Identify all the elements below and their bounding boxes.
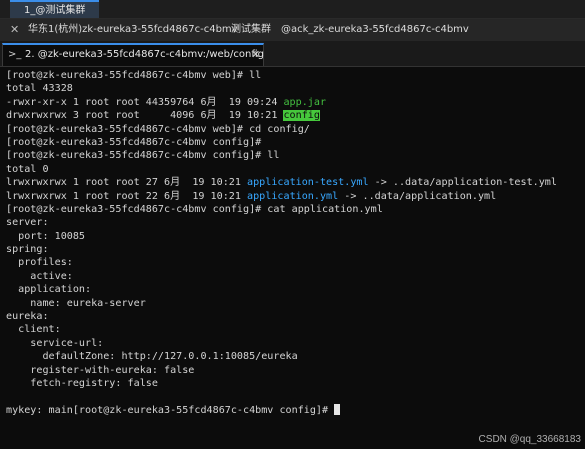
terminal-line: total 43328 xyxy=(6,83,73,95)
file-listing-info: -rwxr-xr-x 1 root root 44359764 6月 19 09… xyxy=(6,96,284,108)
file-name: app.jar xyxy=(283,96,327,108)
terminal-line: [root@zk-eureka3-55fcd4867c-c4bmv config… xyxy=(6,150,280,162)
terminal-line: [root@zk-eureka3-55fcd4867c-c4bmv config… xyxy=(6,203,383,215)
terminal-window: 1_@测试集群 ✕ 华东1(杭州)zk-eureka3-55fcd4867c-c… xyxy=(0,0,585,449)
shell-prompt: mykey: main[root@zk-eureka3-55fcd4867c-c… xyxy=(6,404,335,416)
file-name: config xyxy=(283,110,320,122)
terminal-line: eureka: xyxy=(6,311,49,323)
terminal-line: server: xyxy=(6,217,49,229)
terminal-line: [root@zk-eureka3-55fcd4867c-c4bmv web]# … xyxy=(6,123,310,135)
terminal-prompt-icon: >_ xyxy=(8,49,22,60)
file-name: application.yml xyxy=(247,190,339,202)
file-listing-info: lrwxrwxrwx 1 root root 27 6月 19 10:21 xyxy=(6,177,248,189)
terminal-line: -rwxr-xr-x 1 root root 44359764 6月 19 09… xyxy=(6,96,581,109)
terminal-line: profiles: xyxy=(6,257,73,269)
file-listing-info: lrwxrwxrwx 1 root root 22 6月 19 10:21 xyxy=(6,190,248,202)
close-icon[interactable]: ✕ xyxy=(10,19,19,41)
session-cluster-label: 测试集群 xyxy=(231,24,271,35)
session-region-label: 华东1(杭州)zk-eureka3-55fcd4867c-c4bmv xyxy=(28,24,238,35)
terminal-line: total 0 xyxy=(6,163,49,175)
terminal-line: lrwxrwxrwx 1 root root 27 6月 19 10:21 ap… xyxy=(6,176,581,189)
text-cursor[interactable] xyxy=(334,403,341,415)
symlink-target: -> ..data/application-test.yml xyxy=(368,177,557,189)
terminal-line: [root@zk-eureka3-55fcd4867c-c4bmv config… xyxy=(6,136,262,148)
terminal-line: fetch-registry: false xyxy=(6,377,158,389)
terminal-line: client: xyxy=(6,324,61,336)
session-pod-label: @ack_zk-eureka3-55fcd4867c-c4bmv xyxy=(281,24,469,35)
session-info-bar: ✕ 华东1(杭州)zk-eureka3-55fcd4867c-c4bmv 测试集… xyxy=(0,19,585,41)
close-icon[interactable]: ✕ xyxy=(251,45,260,65)
terminal-output[interactable]: [root@zk-eureka3-55fcd4867c-c4bmv web]# … xyxy=(6,69,581,439)
terminal-line: lrwxrwxrwx 1 root root 22 6月 19 10:21 ap… xyxy=(6,190,581,203)
terminal-line: name: eureka-server xyxy=(6,297,146,309)
watermark: CSDN @qq_33668183 xyxy=(478,434,581,445)
symlink-target: -> ..data/application.yml xyxy=(338,190,497,202)
terminal-line: port: 10085 xyxy=(6,230,86,242)
terminal-line: spring: xyxy=(6,244,49,256)
terminal-tab-config[interactable]: >_ 2. @zk-eureka3-55fcd4867c-c4bmv:/web/… xyxy=(2,43,264,66)
terminal-line: defaultZone: http://127.0.0.1:10085/eure… xyxy=(6,351,298,363)
window-tab-strip: 1_@测试集群 xyxy=(0,0,585,19)
file-name: application-test.yml xyxy=(247,177,369,189)
terminal-line: drwxrwxrwx 3 root root 4096 6月 19 10:21 … xyxy=(6,109,581,122)
file-listing-info: drwxrwxrwx 3 root root 4096 6月 19 10:21 xyxy=(6,110,284,122)
terminal-line: service-url: xyxy=(6,337,104,349)
terminal-tab-label: 2. @zk-eureka3-55fcd4867c-c4bmv:/web/con… xyxy=(25,49,264,60)
window-tab-test-cluster[interactable]: 1_@测试集群 xyxy=(10,0,100,18)
terminal-tab-bar: >_ 2. @zk-eureka3-55fcd4867c-c4bmv:/web/… xyxy=(0,41,585,67)
terminal-line: [root@zk-eureka3-55fcd4867c-c4bmv web]# … xyxy=(6,70,262,81)
terminal-line: application: xyxy=(6,284,92,296)
terminal-line: mykey: main[root@zk-eureka3-55fcd4867c-c… xyxy=(6,403,581,417)
terminal-line: active: xyxy=(6,270,73,282)
terminal-line: register-with-eureka: false xyxy=(6,364,195,376)
